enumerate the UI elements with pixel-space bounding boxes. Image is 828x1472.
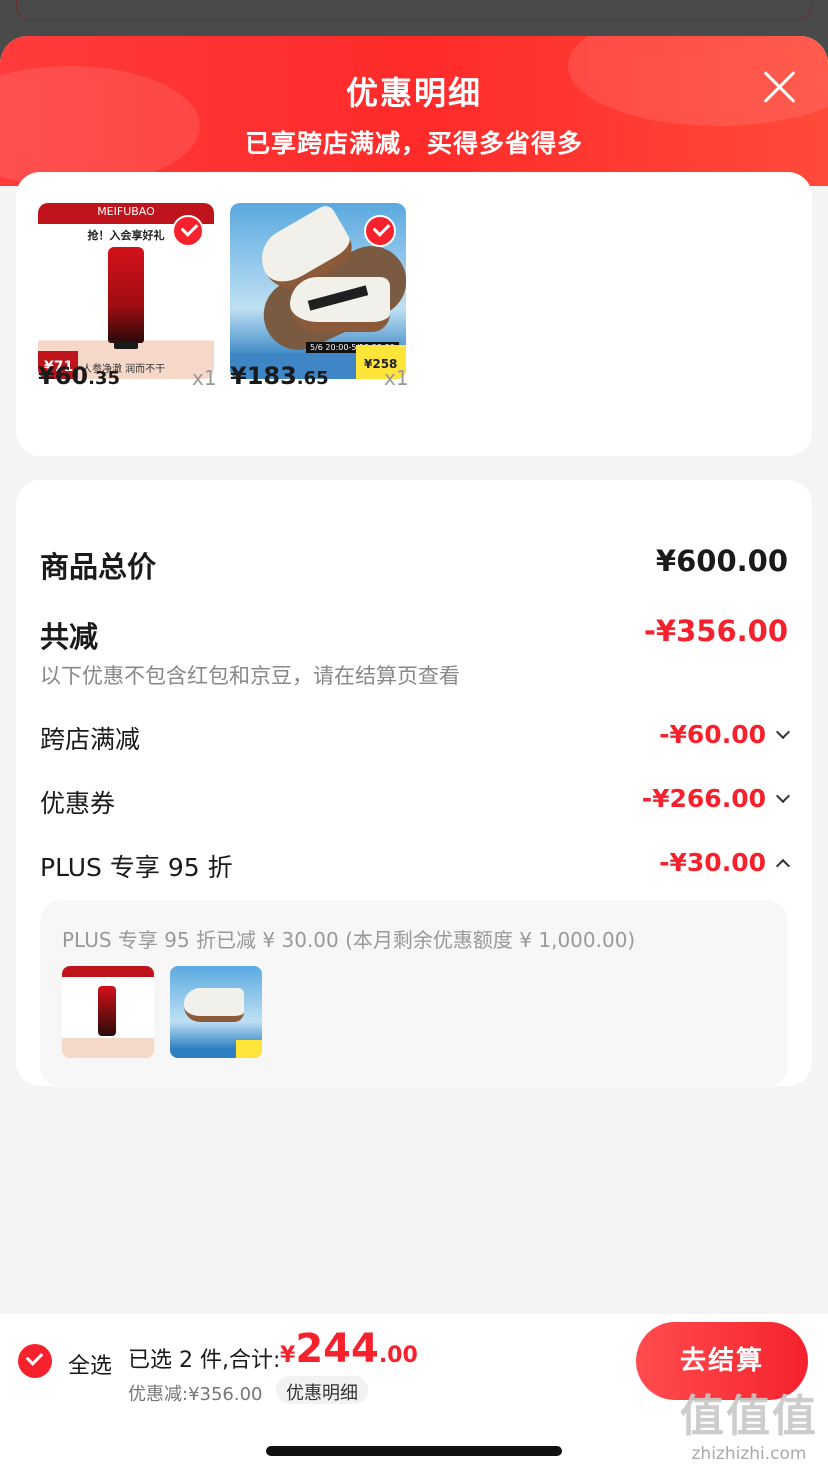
products-card: MEIFUBAO 抢！入会享好礼 ¥71 人参净澈 润而不干 ¥60.35 x1… bbox=[16, 172, 812, 456]
selected-check-icon[interactable] bbox=[364, 215, 396, 247]
watermark-site: zhizhizhi.com bbox=[691, 1444, 807, 1464]
cleanser-cap-graphic bbox=[114, 341, 138, 349]
chevron-down-icon[interactable] bbox=[775, 788, 791, 804]
price-decimal: .35 bbox=[88, 368, 120, 389]
sheet-subtitle: 已享跨店满减，买得多省得多 bbox=[244, 129, 583, 158]
checkout-bar: 全选 已选 2 件,合计: ¥244.00 优惠减:¥356.00 优惠明细 去… bbox=[0, 1314, 828, 1472]
sheet-title: 优惠明细 bbox=[345, 74, 482, 112]
coupon-label[interactable]: 优惠券 bbox=[40, 784, 115, 820]
chevron-down-icon[interactable] bbox=[775, 724, 791, 740]
plus-product-thumb-sneakers bbox=[170, 966, 262, 1058]
product-image-sneakers[interactable]: 5/6 20:00-5/12 23:59 ¥258 bbox=[230, 203, 406, 379]
plus-discount-detail: PLUS 专享 95 折已减 ¥ 30.00 (本月剩余优惠额度 ¥ 1,000… bbox=[40, 900, 788, 1088]
plus-product-thumb-cleanser bbox=[62, 966, 154, 1058]
product-price: ¥60.35 bbox=[38, 362, 120, 390]
total-integer: 244 bbox=[295, 1326, 379, 1372]
cross-store-discount-row[interactable]: -¥60.00 bbox=[659, 720, 791, 749]
selected-count-text: 已选 2 件,合计: bbox=[128, 1348, 281, 1373]
coupon-value: -¥266.00 bbox=[641, 784, 766, 813]
price-tag-graphic bbox=[236, 1040, 262, 1058]
plus-detail-text: PLUS 专享 95 折已减 ¥ 30.00 (本月剩余优惠额度 ¥ 1,000… bbox=[62, 928, 636, 952]
product-image-facial-cleanser[interactable]: MEIFUBAO 抢！入会享好礼 ¥71 人参净澈 润而不干 bbox=[38, 203, 214, 379]
cleanser-tube-graphic bbox=[108, 247, 144, 343]
select-all-check-icon[interactable] bbox=[18, 1344, 52, 1378]
product-quantity: x1 bbox=[192, 366, 217, 390]
chevron-up-icon[interactable] bbox=[775, 858, 791, 874]
cross-store-discount-label[interactable]: 跨店满减 bbox=[40, 720, 140, 756]
sneaker-graphic bbox=[290, 277, 390, 332]
price-decimal: .65 bbox=[296, 368, 329, 389]
cleanser-tube-graphic bbox=[98, 986, 116, 1036]
total-price-value: ¥600.00 bbox=[655, 544, 788, 578]
home-indicator[interactable] bbox=[266, 1446, 562, 1456]
selected-check-icon[interactable] bbox=[172, 215, 204, 247]
price-integer: ¥183 bbox=[230, 362, 297, 390]
watermark-logo: 值值值 bbox=[680, 1391, 818, 1442]
order-total: ¥244.00 bbox=[280, 1326, 418, 1372]
sheet-header: 优惠明细 已享跨店满减，买得多省得多 bbox=[0, 36, 828, 186]
product-quantity: x1 bbox=[384, 366, 409, 390]
total-reduction-label: 共减 bbox=[40, 620, 99, 654]
select-all-label[interactable]: 全选 bbox=[68, 1348, 112, 1380]
price-summary-card: 商品总价 ¥600.00 共减 -¥356.00 以下优惠不包含红包和京豆，请在… bbox=[16, 480, 812, 1088]
product-price: ¥183.65 bbox=[230, 362, 329, 390]
total-price-label: 商品总价 bbox=[40, 550, 157, 584]
discount-detail-chip[interactable]: 优惠明细 bbox=[276, 1376, 368, 1404]
site-watermark: 值值值 zhizhizhi.com bbox=[680, 1380, 818, 1464]
close-icon[interactable] bbox=[762, 70, 796, 104]
plus-discount-label[interactable]: PLUS 专享 95 折 bbox=[40, 848, 233, 884]
background-card-edge bbox=[16, 0, 812, 20]
total-reduction-value: -¥356.00 bbox=[643, 614, 788, 648]
reduction-note: 以下优惠不包含红包和京豆，请在结算页查看 bbox=[40, 664, 460, 688]
currency-symbol: ¥ bbox=[280, 1343, 296, 1368]
sneaker-graphic bbox=[184, 988, 244, 1022]
saved-amount: 优惠减:¥356.00 bbox=[128, 1384, 263, 1405]
cross-store-discount-value: -¥60.00 bbox=[659, 720, 766, 749]
coupon-row[interactable]: -¥266.00 bbox=[641, 784, 791, 813]
total-decimal: .00 bbox=[378, 1343, 418, 1368]
plus-discount-value: -¥30.00 bbox=[659, 848, 766, 877]
plus-discount-row[interactable]: -¥30.00 bbox=[659, 848, 791, 877]
price-integer: ¥60 bbox=[38, 362, 89, 390]
